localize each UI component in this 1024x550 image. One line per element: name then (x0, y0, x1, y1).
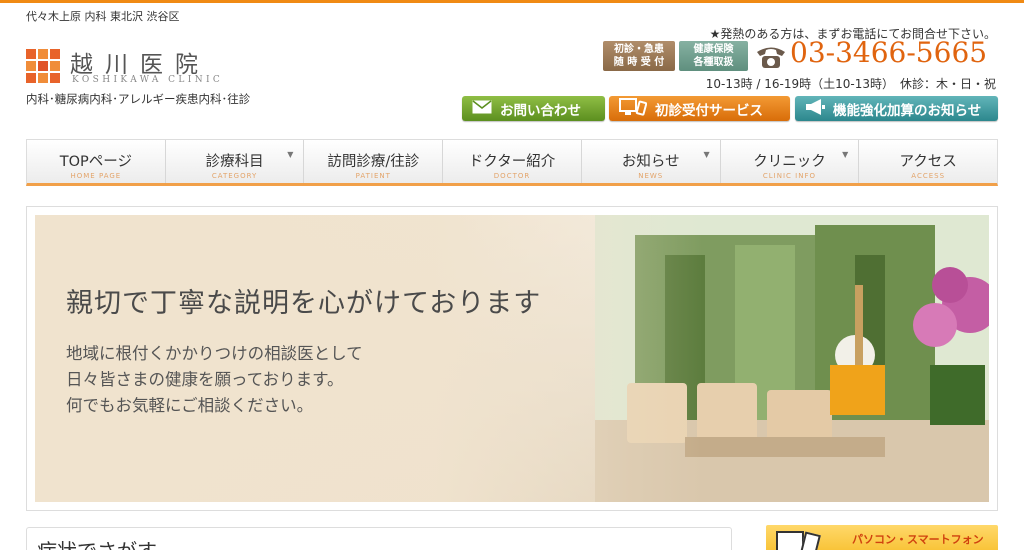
area-keywords: 代々木上原 内科 東北沢 渋谷区 (26, 10, 180, 23)
hero-banner-frame: 親切で丁寧な説明を心がけております 地域に根付くかかりつけの相談医として 日々皆… (26, 206, 998, 511)
emergency-badge: 初診・急患 随 時 受 付 (603, 41, 675, 71)
symptom-search-title: 症状でさがす (37, 535, 157, 550)
nav-label: 診療科目 (205, 154, 264, 170)
nav-sublabel: PATIENT (355, 172, 391, 180)
hero-line: 何でもお気軽にご相談ください。 (66, 396, 314, 415)
nav-label: クリニック (753, 154, 826, 170)
hero-line: 地域に根付くかかりつけの相談医として (66, 344, 363, 363)
banner-text: パソコン・スマートフォン (852, 533, 984, 546)
nav-sublabel: NEWS (638, 172, 664, 180)
symptom-search-panel: 症状でさがす (26, 527, 732, 550)
caret-down-icon: ▼ (703, 150, 710, 159)
nav-item-patient[interactable]: 訪問診療/往診 PATIENT (304, 140, 444, 183)
nav-item-doctor[interactable]: ドクター紹介 DOCTOR (443, 140, 582, 183)
telephone-icon (757, 47, 785, 68)
nav-label: TOPページ (59, 154, 132, 170)
nav-sublabel: CLINIC INFO (762, 172, 816, 180)
logo-mark-icon (26, 49, 60, 83)
nav-sublabel: CATEGORY (211, 172, 258, 180)
logo-title: 越川医院 (70, 52, 210, 78)
hero-banner: 親切で丁寧な説明を心がけております 地域に根付くかかりつけの相談医として 日々皆… (35, 215, 989, 502)
main-navigation: TOPページ HOME PAGE ▼ 診療科目 CATEGORY 訪問診療/往診… (26, 139, 998, 186)
nav-label: ドクター紹介 (468, 154, 556, 170)
nav-sublabel: HOME PAGE (70, 172, 122, 180)
nav-label: 訪問診療/往診 (327, 154, 420, 170)
badge-line: 随 時 受 付 (613, 57, 665, 68)
badge-line: 各種取扱 (693, 57, 734, 68)
function-notice-button[interactable]: 機能強化加算のお知らせ (795, 96, 998, 121)
megaphone-icon (805, 98, 825, 119)
insurance-badge: 健康保険 各種取扱 (679, 41, 748, 71)
monitor-icon (619, 97, 648, 120)
phone-number[interactable]: 03-3466-5665 (790, 36, 987, 69)
nav-item-category[interactable]: ▼ 診療科目 CATEGORY (166, 140, 305, 183)
nav-item-access[interactable]: アクセス ACCESS (859, 140, 997, 183)
reception-service-button[interactable]: 初診受付サービス (609, 96, 790, 121)
hero-body: 地域に根付くかかりつけの相談医として 日々皆さまの健康を願っております。 何でも… (66, 341, 363, 419)
nav-sublabel: ACCESS (911, 172, 946, 180)
clinic-logo[interactable]: 越川医院 KOSHIKAWA CLINIC (26, 47, 266, 89)
page: 代々木上原 内科 東北沢 渋谷区 越川医院 KOSHIKAWA CLINIC 内… (0, 3, 1024, 550)
badge-line: 初診・急患 (614, 44, 664, 55)
computer-icon (776, 531, 804, 550)
caret-down-icon: ▼ (287, 150, 294, 159)
pc-smartphone-banner[interactable]: パソコン・スマートフォン (766, 525, 998, 550)
department-list: 内科･糖尿病内科･アレルギー疾患内科･往診 (26, 92, 251, 106)
caret-down-icon: ▼ (842, 150, 849, 159)
nav-sublabel: DOCTOR (493, 172, 531, 180)
nav-item-clinic[interactable]: ▼ クリニック CLINIC INFO (721, 140, 860, 183)
badge-line: 健康保険 (693, 44, 734, 55)
hero-headline: 親切で丁寧な説明を心がけております (66, 288, 542, 319)
office-hours: 10-13時 / 16-19時（土10-13時） 休診：木・日・祝 (705, 77, 996, 91)
nav-label: お知らせ (621, 154, 680, 170)
hero-line: 日々皆さまの健康を願っております。 (66, 370, 344, 389)
reception-label: 初診受付サービス (655, 102, 763, 119)
mail-icon (472, 99, 492, 118)
contact-button[interactable]: お問い合わせ (462, 96, 605, 121)
contact-label: お問い合わせ (500, 102, 581, 119)
nav-label: アクセス (899, 154, 957, 170)
notice-label: 機能強化加算のお知らせ (833, 102, 982, 119)
nav-item-news[interactable]: ▼ お知らせ NEWS (582, 140, 721, 183)
logo-subtitle: KOSHIKAWA CLINIC (72, 75, 224, 85)
nav-item-top[interactable]: TOPページ HOME PAGE (27, 140, 166, 183)
